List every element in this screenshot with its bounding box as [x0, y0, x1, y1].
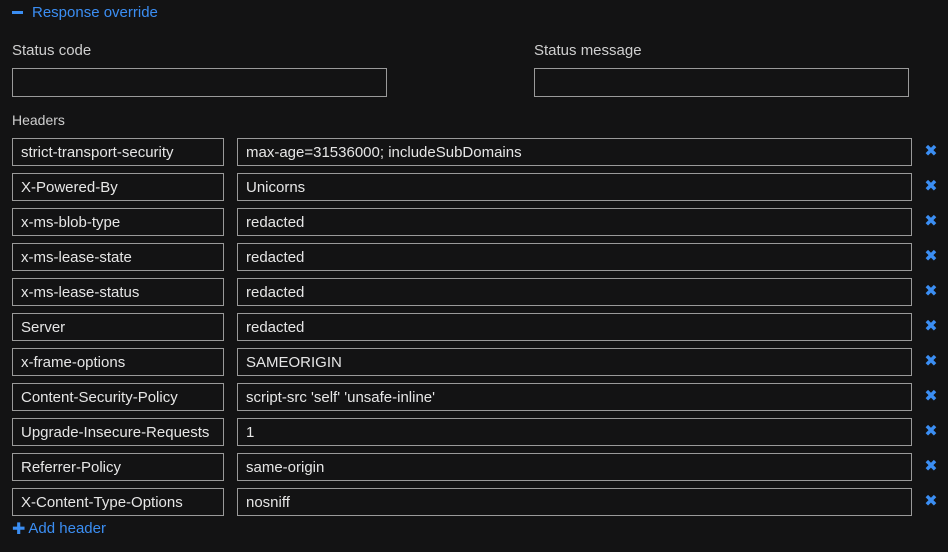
- close-icon: ✖: [924, 385, 938, 405]
- header-name-input[interactable]: [12, 348, 224, 376]
- status-message-label: Status message: [534, 42, 642, 59]
- headers-label: Headers: [12, 112, 65, 128]
- remove-header-button[interactable]: ✖: [922, 350, 940, 370]
- header-row: ✖: [0, 208, 948, 236]
- header-row: ✖: [0, 418, 948, 446]
- remove-header-button[interactable]: ✖: [922, 385, 940, 405]
- close-icon: ✖: [924, 140, 938, 160]
- close-icon: ✖: [924, 315, 938, 335]
- header-value-input[interactable]: [237, 278, 912, 306]
- remove-header-button[interactable]: ✖: [922, 280, 940, 300]
- status-code-label: Status code: [12, 42, 92, 59]
- header-value-input[interactable]: [237, 138, 912, 166]
- close-icon: ✖: [924, 245, 938, 265]
- add-header-label: Add header: [28, 519, 106, 537]
- header-value-input[interactable]: [237, 173, 912, 201]
- close-icon: ✖: [924, 350, 938, 370]
- remove-header-button[interactable]: ✖: [922, 140, 940, 160]
- header-value-input[interactable]: [237, 488, 912, 516]
- header-row: ✖: [0, 173, 948, 201]
- header-name-input[interactable]: [12, 313, 224, 341]
- status-code-input[interactable]: [12, 68, 387, 97]
- header-name-input[interactable]: [12, 138, 224, 166]
- remove-header-button[interactable]: ✖: [922, 210, 940, 230]
- header-name-input[interactable]: [12, 173, 224, 201]
- plus-icon: ✚: [12, 518, 26, 538]
- close-icon: ✖: [924, 420, 938, 440]
- add-header-button[interactable]: ✚ Add header: [12, 518, 106, 538]
- header-value-input[interactable]: [237, 208, 912, 236]
- remove-header-button[interactable]: ✖: [922, 245, 940, 265]
- close-icon: ✖: [924, 455, 938, 475]
- header-row: ✖: [0, 278, 948, 306]
- header-name-input[interactable]: [12, 278, 224, 306]
- header-row: ✖: [0, 138, 948, 166]
- header-row: ✖: [0, 488, 948, 516]
- header-row: ✖: [0, 313, 948, 341]
- status-message-input[interactable]: [534, 68, 909, 97]
- header-name-input[interactable]: [12, 243, 224, 271]
- header-name-input[interactable]: [12, 383, 224, 411]
- remove-header-button[interactable]: ✖: [922, 490, 940, 510]
- minus-icon: [12, 10, 23, 14]
- header-value-input[interactable]: [237, 418, 912, 446]
- header-value-input[interactable]: [237, 243, 912, 271]
- remove-header-button[interactable]: ✖: [922, 455, 940, 475]
- header-row: ✖: [0, 383, 948, 411]
- header-name-input[interactable]: [12, 208, 224, 236]
- remove-header-button[interactable]: ✖: [922, 420, 940, 440]
- header-name-input[interactable]: [12, 488, 224, 516]
- header-row: ✖: [0, 453, 948, 481]
- remove-header-button[interactable]: ✖: [922, 315, 940, 335]
- close-icon: ✖: [924, 175, 938, 195]
- header-row: ✖: [0, 243, 948, 271]
- close-icon: ✖: [924, 490, 938, 510]
- close-icon: ✖: [924, 280, 938, 300]
- header-value-input[interactable]: [237, 453, 912, 481]
- header-row: ✖: [0, 348, 948, 376]
- close-icon: ✖: [924, 210, 938, 230]
- header-value-input[interactable]: [237, 348, 912, 376]
- response-override-toggle[interactable]: Response override: [12, 2, 158, 22]
- remove-header-button[interactable]: ✖: [922, 175, 940, 195]
- header-value-input[interactable]: [237, 313, 912, 341]
- header-value-input[interactable]: [237, 383, 912, 411]
- header-name-input[interactable]: [12, 418, 224, 446]
- header-name-input[interactable]: [12, 453, 224, 481]
- response-override-label: Response override: [32, 3, 158, 21]
